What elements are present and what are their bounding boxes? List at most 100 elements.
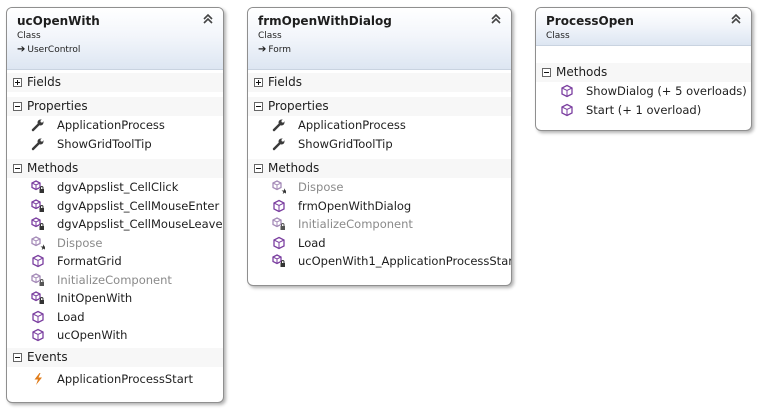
section-methods[interactable]: Methods [536,63,751,82]
method-name: InitializeComponent [57,272,172,287]
method-cube-icon [31,254,45,268]
collapse-section-icon[interactable] [13,352,22,362]
event-name: ApplicationProcessStart [57,371,193,386]
method-cube-icon [560,84,574,98]
svg-text:★: ★ [281,187,286,194]
lightning-icon [31,372,45,386]
class-body: Fields Properties ApplicationProcess Sho… [248,70,511,271]
base-class-name: UserControl [27,45,81,55]
section-label: Properties [27,99,88,113]
property-item[interactable]: ApplicationProcess [248,116,511,135]
class-box-processopen[interactable]: ProcessOpen Class Methods ShowDialog (+ … [535,7,752,131]
method-item[interactable]: ShowDialog (+ 5 overloads) [536,82,751,101]
property-name: ApplicationProcess [298,118,406,132]
method-name: ucOpenWith [57,328,128,342]
class-name: ucOpenWith [17,14,100,28]
inherits-arrow-icon: ➔ [258,44,267,55]
wrench-icon [31,118,45,132]
base-class: ➔ UserControl [17,43,213,57]
method-name: Load [298,235,326,250]
base-class-name: Form [268,45,292,55]
method-item[interactable]: frmOpenWithDialog [248,197,511,216]
class-body: Fields Properties ApplicationProcess Sho… [7,70,223,388]
method-cube-private-icon [31,217,45,231]
method-item[interactable]: Load [7,308,223,327]
method-name: InitOpenWith [57,291,133,305]
wrench-icon [272,118,286,132]
method-cube-icon [272,236,286,250]
section-label: Properties [268,99,329,113]
collapse-section-icon[interactable] [254,102,263,111]
section-events[interactable]: Events [7,347,223,367]
collapse-icon[interactable] [729,12,743,26]
class-header: frmOpenWithDialog Class ➔ Form [248,8,511,70]
method-item[interactable]: Start (+ 1 overload) [536,101,751,120]
method-item[interactable]: FormatGrid [7,252,223,271]
method-item[interactable]: InitializeComponent [248,215,511,234]
method-name: Dispose [298,180,344,194]
method-name: dgvAppslist_CellClick [57,180,179,194]
property-item[interactable]: ShowGridToolTip [7,135,223,154]
section-methods[interactable]: Methods [7,159,223,178]
method-name: dgvAppslist_CellMouseLeave [57,217,223,231]
event-item[interactable]: ApplicationProcessStart [7,370,223,389]
property-item[interactable]: ApplicationProcess [7,116,223,135]
method-cube-icon [272,199,286,213]
property-name: ShowGridToolTip [298,136,393,151]
class-name: frmOpenWithDialog [258,14,392,28]
method-cube-private-icon [272,254,286,268]
collapse-icon[interactable] [489,12,503,26]
base-class: ➔ Form [258,43,501,57]
property-item[interactable]: ShowGridToolTip [248,135,511,154]
method-cube-private-icon [31,180,45,194]
property-name: ApplicationProcess [57,118,165,132]
class-box-ucopenwith[interactable]: ucOpenWith Class ➔ UserControl Fields Pro… [6,7,224,403]
class-header: ProcessOpen Class [536,8,751,46]
class-kind: Class [258,31,282,41]
method-cube-private-icon [31,199,45,213]
class-kind: Class [546,31,570,41]
method-item[interactable]: ★ Dispose [7,234,223,253]
method-item[interactable]: Load [248,234,511,253]
method-item[interactable]: dgvAppslist_CellMouseEnter [7,197,223,216]
collapse-section-icon[interactable] [542,68,551,77]
section-label: Fields [268,75,302,89]
method-cube-private-icon [272,217,286,231]
method-name: Start (+ 1 overload) [586,102,702,117]
collapse-icon[interactable] [201,12,215,26]
method-cube-private-icon [31,291,45,305]
method-cube-private-icon [31,273,45,287]
svg-text:★: ★ [40,243,45,250]
class-name: ProcessOpen [546,14,634,28]
method-item[interactable]: ★ Dispose [248,178,511,197]
section-fields[interactable]: Fields [248,73,511,92]
method-item[interactable]: InitOpenWith [7,289,223,308]
class-box-frmopenwithdialog[interactable]: frmOpenWithDialog Class ➔ Form Fields Pro… [247,7,512,286]
inherits-arrow-icon: ➔ [17,44,26,55]
method-name: FormatGrid [57,254,122,268]
method-cube-protected-icon: ★ [272,180,286,194]
collapse-section-icon[interactable] [13,102,22,111]
method-name: Load [57,309,85,324]
method-item[interactable]: dgvAppslist_CellClick [7,178,223,197]
method-name: Dispose [57,235,103,250]
method-item[interactable]: InitializeComponent [7,271,223,290]
wrench-icon [31,137,45,151]
method-item[interactable]: ucOpenWith1_ApplicationProcessStart [248,252,511,271]
section-label: Methods [268,161,320,175]
method-item[interactable]: ucOpenWith [7,326,223,345]
section-fields[interactable]: Fields [7,73,223,92]
collapse-section-icon[interactable] [254,164,263,173]
class-header: ucOpenWith Class ➔ UserControl [7,8,223,70]
section-methods[interactable]: Methods [248,159,511,178]
method-name: ucOpenWith1_ApplicationProcessStart [298,254,512,268]
property-name: ShowGridToolTip [57,136,152,151]
section-properties[interactable]: Properties [7,97,223,116]
method-name: InitializeComponent [298,217,413,231]
method-name: ShowDialog (+ 5 overloads) [586,84,747,98]
collapse-section-icon[interactable] [13,164,22,173]
method-item[interactable]: dgvAppslist_CellMouseLeave [7,215,223,234]
expand-icon[interactable] [254,78,263,87]
section-properties[interactable]: Properties [248,97,511,116]
expand-icon[interactable] [13,78,22,87]
